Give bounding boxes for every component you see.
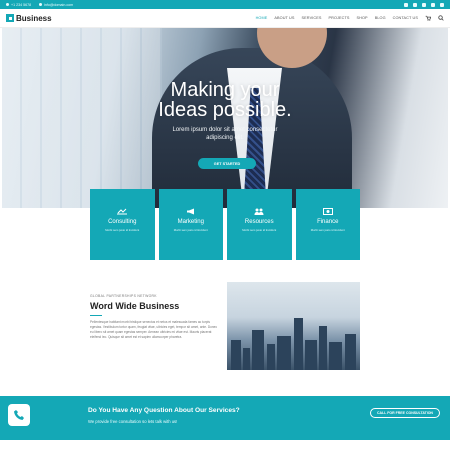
hero-subtitle-line-2: adipiscing elit. bbox=[206, 135, 244, 141]
money-icon bbox=[322, 207, 334, 215]
nav-projects[interactable]: PROJECTS bbox=[328, 16, 349, 20]
email-contact[interactable]: info@domain.com bbox=[39, 3, 73, 7]
about-eyebrow: GLOBAL PARTNERSHIPS NETWORK bbox=[90, 294, 157, 298]
phone-icon bbox=[6, 3, 9, 6]
facebook-icon[interactable] bbox=[404, 2, 408, 7]
contact-info: +1 234 5678 info@domain.com bbox=[6, 3, 73, 7]
hero-subtitle-line-1: Lorem ipsum dolor sit amet consectetur bbox=[172, 127, 278, 133]
feature-desc: Morbi sem justo id tincidunt bbox=[173, 228, 208, 232]
phone-contact[interactable]: +1 234 5678 bbox=[6, 3, 31, 7]
twitter-icon[interactable] bbox=[413, 2, 417, 7]
phone-text: +1 234 5678 bbox=[11, 2, 32, 7]
chart-icon bbox=[116, 207, 128, 215]
banner-question: Do You Have Any Question About Our Servi… bbox=[88, 407, 240, 414]
instagram-icon[interactable] bbox=[440, 2, 444, 7]
feature-card-marketing[interactable]: Marketing Morbi sem justo id tincidunt bbox=[158, 189, 223, 260]
feature-desc: Morbi sem justo id tincidunt bbox=[105, 228, 140, 232]
site-logo[interactable]: Business bbox=[6, 14, 52, 23]
phone-icon bbox=[8, 404, 30, 426]
hero-text: Making your Ideas possible. Lorem ipsum … bbox=[2, 80, 448, 142]
search-icon[interactable] bbox=[438, 15, 444, 21]
main-nav: HOME ABOUT US SERVICES PROJECTS SHOP BLO… bbox=[256, 15, 444, 21]
feature-title: Consulting bbox=[108, 219, 137, 225]
hero-title-line-1: Making your bbox=[170, 79, 280, 101]
building bbox=[294, 318, 303, 370]
building bbox=[243, 348, 250, 370]
building bbox=[277, 336, 291, 370]
building bbox=[267, 344, 275, 370]
nav-contact-us[interactable]: CONTACT US bbox=[393, 16, 418, 20]
building bbox=[319, 326, 327, 370]
nav-services[interactable]: SERVICES bbox=[302, 16, 322, 20]
building bbox=[231, 340, 241, 370]
nav-blog[interactable]: BLOG bbox=[375, 16, 386, 20]
feature-desc: Morbi sem justo id tincidunt bbox=[242, 228, 277, 232]
get-started-button[interactable]: GET STARTED bbox=[198, 158, 256, 169]
logo-mark-icon bbox=[6, 14, 14, 22]
top-bar: +1 234 5678 info@domain.com bbox=[0, 0, 450, 9]
city-skyline-image bbox=[227, 282, 360, 370]
nav-shop[interactable]: SHOP bbox=[357, 16, 368, 20]
free-consultation-button[interactable]: CALL FOR FREE CONSULTATION bbox=[370, 408, 440, 418]
hero-title: Making your Ideas possible. bbox=[2, 80, 448, 120]
hero-subtitle: Lorem ipsum dolor sit amet consectetur a… bbox=[2, 126, 448, 142]
about-title: Word Wide Business bbox=[90, 301, 180, 311]
linkedin-icon[interactable] bbox=[431, 2, 435, 7]
nav-about-us[interactable]: ABOUT US bbox=[274, 16, 294, 20]
logo-text: Business bbox=[16, 13, 52, 23]
social-links bbox=[404, 2, 444, 7]
nav-home[interactable]: HOME bbox=[256, 16, 268, 20]
feature-cards: Consulting Morbi sem justo id tincidunt … bbox=[90, 189, 360, 260]
feature-title: Finance bbox=[317, 219, 339, 225]
building bbox=[305, 340, 317, 370]
building bbox=[252, 330, 264, 370]
google-plus-icon[interactable] bbox=[422, 2, 426, 7]
people-icon bbox=[253, 207, 265, 215]
consultation-banner: Do You Have Any Question About Our Servi… bbox=[0, 396, 450, 440]
feature-card-resources[interactable]: Resources Morbi sem justo id tincidunt bbox=[227, 189, 292, 260]
cart-icon[interactable] bbox=[425, 15, 431, 21]
feature-title: Resources bbox=[244, 219, 274, 225]
banner-subtext: We provide free consultation so lets tal… bbox=[88, 419, 178, 424]
feature-card-finance[interactable]: Finance Morbi sem justo id tincidunt bbox=[295, 189, 360, 260]
about-body: Pellentesque habitant morbi tristique se… bbox=[90, 320, 218, 339]
feature-card-consulting[interactable]: Consulting Morbi sem justo id tincidunt bbox=[90, 189, 155, 260]
feature-desc: Morbi sem justo id tincidunt bbox=[310, 228, 345, 232]
main-header: Business HOME ABOUT US SERVICES PROJECTS… bbox=[0, 9, 450, 28]
hero-title-line-2: Ideas possible. bbox=[158, 99, 292, 121]
building bbox=[345, 334, 356, 370]
megaphone-icon bbox=[185, 207, 197, 215]
building bbox=[329, 342, 342, 370]
hero-banner: Making your Ideas possible. Lorem ipsum … bbox=[2, 28, 448, 208]
about-section: GLOBAL PARTNERSHIPS NETWORK Word Wide Bu… bbox=[90, 294, 220, 340]
email-text: info@domain.com bbox=[44, 2, 74, 7]
title-divider bbox=[90, 315, 102, 316]
mail-icon bbox=[39, 3, 43, 6]
feature-title: Marketing bbox=[177, 219, 204, 225]
